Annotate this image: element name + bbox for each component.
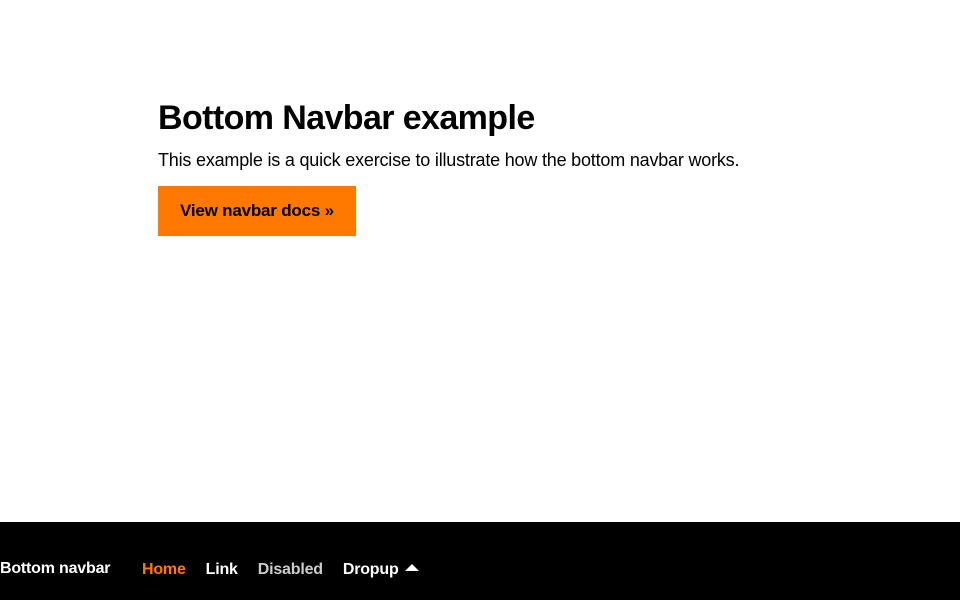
nav-item-dropup[interactable]: Dropup <box>343 561 419 579</box>
nav-item-link[interactable]: Link <box>206 561 238 579</box>
page-title: Bottom Navbar example <box>158 99 535 137</box>
dropup-label: Dropup <box>342 561 399 578</box>
main-content: Bottom Navbar example This example is a … <box>158 96 739 236</box>
bottom-navbar: Bottom navbar Home Link Disabled Dropup <box>0 522 960 600</box>
nav-item-disabled: Disabled <box>257 561 323 578</box>
nav-item-home[interactable]: Home <box>142 561 186 579</box>
nav-links: Home Link Disabled Dropup <box>142 561 439 579</box>
navbar-brand[interactable]: Bottom navbar <box>0 560 111 578</box>
caret-up-icon <box>404 564 419 571</box>
view-navbar-docs-button[interactable]: View navbar docs » <box>158 186 356 236</box>
lead-text: This example is a quick exercise to illu… <box>158 150 740 170</box>
